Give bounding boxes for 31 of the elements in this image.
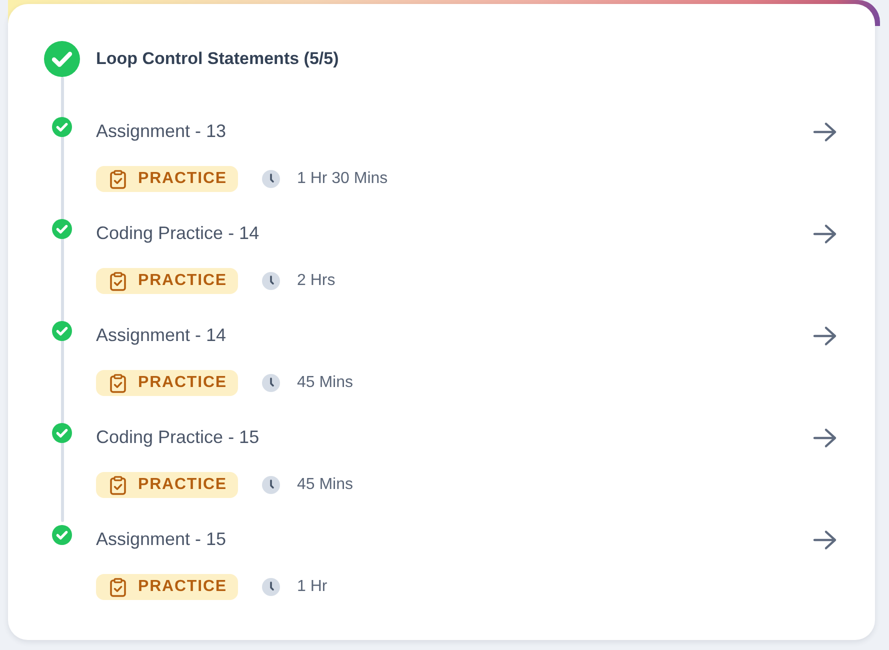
duration-text: 45 Mins xyxy=(296,476,354,494)
clock-icon xyxy=(262,374,280,392)
arrow-right-icon xyxy=(813,122,837,142)
duration-text: 1 Hr 30 Mins xyxy=(296,170,388,188)
tag-label: PRACTICE xyxy=(138,374,227,392)
arrow-right-icon xyxy=(813,224,837,244)
duration-text: 2 Hrs xyxy=(296,272,336,290)
item-title: Assignment - 15 xyxy=(96,528,226,551)
tag-label: PRACTICE xyxy=(138,578,227,596)
section-title: Loop Control Statements (5/5) xyxy=(96,49,339,69)
tag-label: PRACTICE xyxy=(138,476,227,494)
item-title: Coding Practice - 14 xyxy=(96,222,260,245)
duration-text: 1 Hr xyxy=(296,578,328,596)
tag-label: PRACTICE xyxy=(138,170,227,188)
duration-text: 45 Mins xyxy=(296,374,354,392)
clipboard-check-icon xyxy=(110,272,126,290)
item-title: Coding Practice - 15 xyxy=(96,426,260,449)
item-title: Assignment - 14 xyxy=(96,324,226,347)
arrow-right-icon xyxy=(813,530,837,550)
clock-icon xyxy=(262,170,280,188)
clock-icon xyxy=(262,272,280,290)
arrow-right-icon xyxy=(813,326,837,346)
clock-icon xyxy=(262,578,280,596)
clipboard-check-icon xyxy=(110,170,126,188)
arrow-right-icon xyxy=(813,428,837,448)
tag-label: PRACTICE xyxy=(138,272,227,290)
item-title: Assignment - 13 xyxy=(96,120,226,143)
clipboard-check-icon xyxy=(110,578,126,596)
clipboard-check-icon xyxy=(110,476,126,494)
clipboard-check-icon xyxy=(110,374,126,392)
clock-icon xyxy=(262,476,280,494)
